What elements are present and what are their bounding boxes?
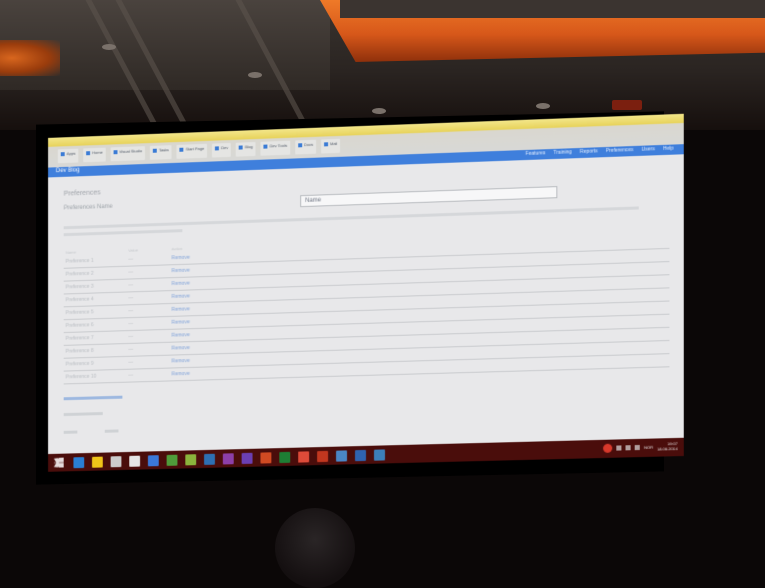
tray-icon[interactable]	[616, 444, 622, 451]
taskbar-app-icon[interactable]	[373, 448, 386, 461]
form-label: Preferences Name	[63, 203, 113, 212]
bookmark-item[interactable]: Blog	[236, 141, 256, 157]
nav-link[interactable]: Training	[554, 149, 572, 156]
bookmark-label: Home	[92, 149, 103, 156]
nav-link[interactable]: Users	[641, 146, 654, 153]
ceiling-light	[248, 72, 262, 78]
taskbar-app-icon[interactable]	[241, 452, 253, 464]
volume-icon[interactable]	[634, 444, 640, 450]
page-content: Preferences Preferences Name Name Name V…	[63, 163, 670, 434]
ceiling-fixture	[612, 100, 642, 110]
projected-screen: Apps Home Visual Studio Tasks Start Page Dev B…	[48, 113, 684, 472]
nav-link[interactable]: Preferences	[606, 147, 633, 154]
bookmark-label: Mail	[330, 140, 338, 147]
taskbar-app-icon[interactable]	[355, 449, 366, 461]
audience-head-silhouette	[275, 508, 355, 588]
footer-text	[63, 415, 670, 434]
ceiling-light	[372, 108, 386, 114]
taskbar-app-icon[interactable]	[110, 455, 122, 467]
ceiling	[0, 0, 765, 130]
taskbar-app-icon[interactable]	[73, 456, 85, 468]
bookmark-label: Tasks	[158, 147, 169, 153]
clock-date: 18.06.2014	[657, 446, 678, 452]
bookmark-favicon-icon	[324, 142, 329, 147]
preferences-table: Name Value Action Preference 1— Remove Pre…	[63, 229, 670, 385]
pref-name: Preference 10	[63, 369, 127, 384]
pref-value: —	[126, 342, 170, 357]
bookmark-item[interactable]: Dev Tools	[260, 140, 291, 156]
bookmark-label: Docs	[304, 141, 314, 148]
bookmark-item[interactable]: Tasks	[149, 145, 172, 160]
bookmark-favicon-icon	[263, 144, 268, 149]
taskbar-app-icon[interactable]	[166, 454, 178, 466]
pref-value: —	[126, 368, 170, 383]
pref-value: —	[126, 329, 170, 344]
bookmark-item[interactable]: Home	[83, 147, 106, 163]
bookmark-item[interactable]: Docs	[295, 139, 317, 155]
taskbar-app-icon[interactable]	[222, 452, 234, 464]
bookmark-label: Dev	[221, 145, 229, 151]
bookmark-label: Blog	[244, 144, 253, 150]
bookmark-item[interactable]: Visual Studio	[110, 146, 146, 162]
clock[interactable]: 19:07 18.06.2014	[657, 441, 677, 452]
bookmark-item[interactable]: Apps	[57, 148, 79, 164]
bookmark-favicon-icon	[298, 143, 303, 148]
bookmark-label: Visual Studio	[119, 148, 143, 155]
bookmark-item[interactable]: Start Page	[176, 143, 208, 159]
bookmark-favicon-icon	[152, 148, 157, 153]
notification-icon[interactable]	[603, 443, 613, 453]
bookmark-label: Dev Tools	[269, 142, 288, 149]
taskbar-app-icon[interactable]	[129, 455, 141, 467]
bookmark-favicon-icon	[239, 145, 243, 150]
ceiling-light	[536, 103, 550, 109]
taskbar-app-icon[interactable]	[92, 456, 103, 468]
bookmark-favicon-icon	[215, 146, 220, 151]
taskbar-app-icon[interactable]	[204, 453, 215, 465]
bookmark-item[interactable]: Dev	[212, 142, 232, 158]
bookmark-favicon-icon	[179, 147, 184, 152]
taskbar-app-icon[interactable]	[336, 449, 348, 462]
bookmark-label: Apps	[66, 150, 76, 157]
bookmark-item[interactable]: Mail	[321, 138, 341, 154]
taskbar-app-icon[interactable]	[317, 450, 329, 462]
taskbar-app-icon[interactable]	[260, 451, 272, 464]
tray-icon[interactable]	[625, 444, 631, 450]
bookmark-favicon-icon	[60, 152, 65, 157]
bookmark-favicon-icon	[86, 151, 91, 156]
app-brand[interactable]: Dev Blog	[56, 167, 80, 174]
bookmark-favicon-icon	[113, 150, 118, 155]
preference-name-input[interactable]: Name	[300, 186, 558, 208]
taskbar-app-icon[interactable]	[298, 450, 310, 463]
taskbar-app-icon[interactable]	[185, 453, 197, 465]
taskbar-app-icon[interactable]	[147, 454, 159, 466]
taskbar-app-icon[interactable]	[279, 451, 291, 463]
windows-start-icon[interactable]	[54, 458, 64, 468]
bookmark-label: Start Page	[185, 145, 205, 152]
system-tray: NOR 19:07 18.06.2014	[603, 441, 678, 453]
language-indicator[interactable]: NOR	[644, 444, 653, 449]
ceiling-light	[102, 44, 116, 50]
nav-link[interactable]: Help	[663, 146, 674, 152]
nav-link[interactable]: Reports	[580, 148, 598, 155]
nav-link[interactable]: Features	[525, 150, 545, 157]
pref-value: —	[126, 355, 170, 370]
ceiling-cove	[340, 0, 765, 18]
orange-light-left	[0, 40, 60, 76]
